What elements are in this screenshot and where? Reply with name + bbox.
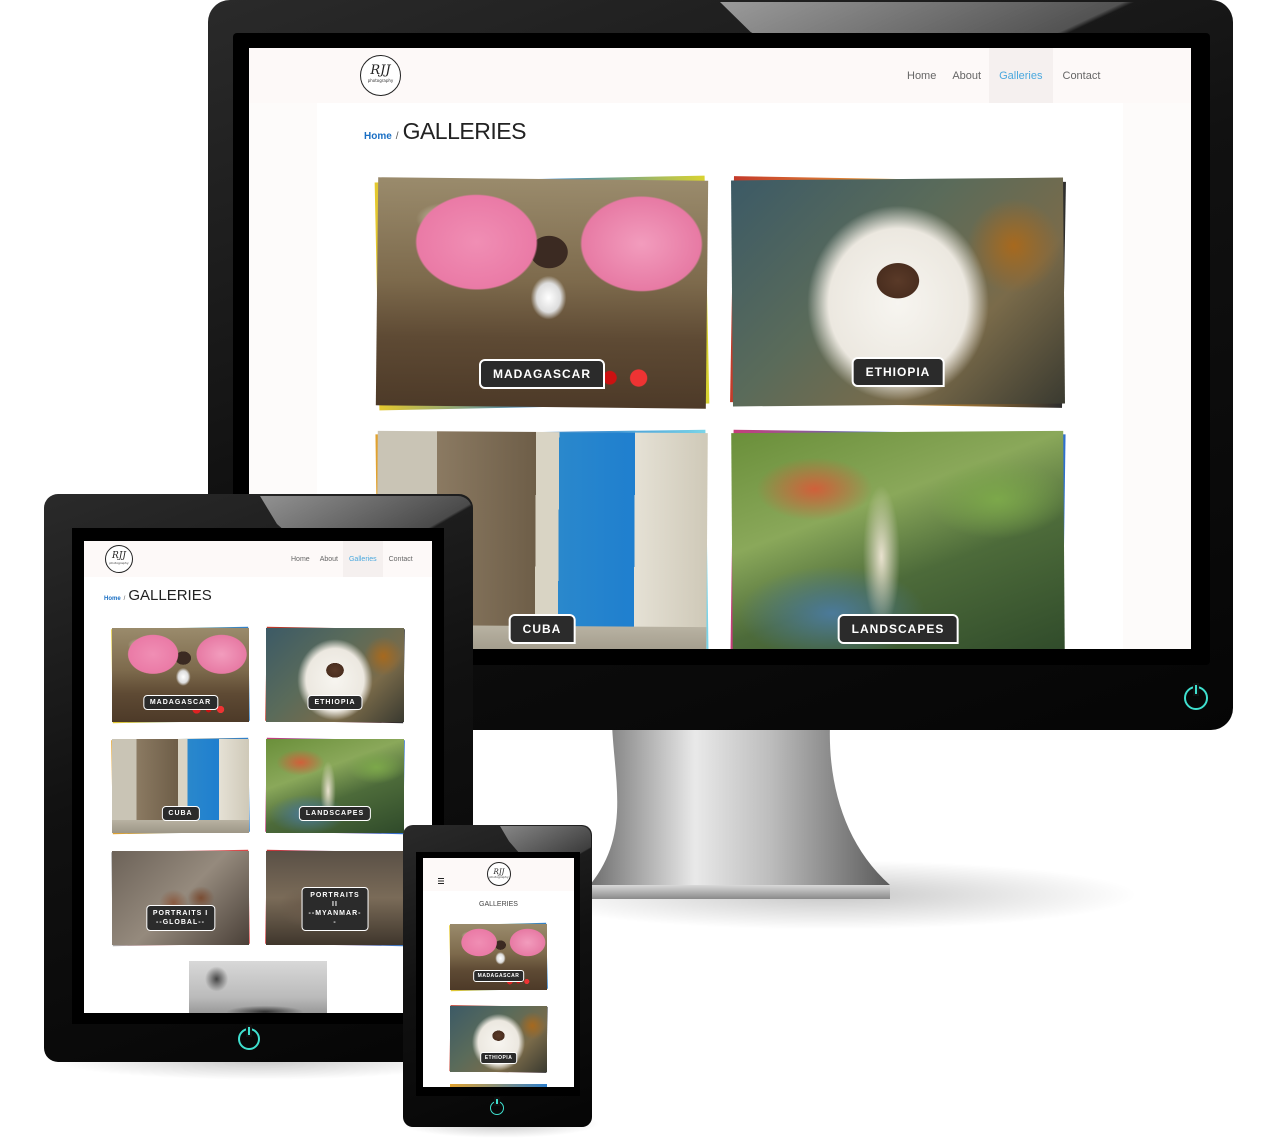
gallery-card-cuba[interactable]: CUBA [111, 737, 250, 835]
card-label: ETHIOPIA [851, 357, 945, 387]
desktop-stand-graphic [590, 725, 890, 899]
nav-galleries[interactable]: Galleries [342, 541, 383, 577]
card-label: ETHIOPIA [479, 1052, 518, 1064]
card-label: PORTRAITS II --MYANMAR- - [301, 887, 369, 931]
nav-home[interactable]: Home [286, 541, 315, 577]
tablet-breadcrumb: Home / GALLERIES [104, 587, 212, 604]
gallery-card-portraits-ii[interactable]: PORTRAITS II --MYANMAR- - [265, 849, 405, 947]
card-label: PORTRAITS I --GLOBAL-- [145, 905, 216, 931]
gallery-card-ethiopia[interactable]: ETHIOPIA [265, 626, 405, 724]
card-label: CUBA [508, 614, 576, 644]
nav-about[interactable]: About [944, 48, 989, 103]
nav-contact[interactable]: Contact [1053, 48, 1111, 103]
desktop-logo[interactable]: RJJ photography [360, 55, 401, 96]
hamburger-icon-graphic [438, 878, 444, 884]
card-label-line: II [332, 901, 338, 908]
nav-contact[interactable]: Contact [383, 541, 419, 577]
gallery-card-landscapes[interactable]: LANDSCAPES [265, 737, 405, 835]
card-label-line: PORTRAITS I [152, 910, 209, 917]
card-label-line: PORTRAITS [310, 892, 360, 899]
tablet-logo[interactable]: RJJ photography [105, 545, 133, 573]
card-label: LANDSCAPES [837, 614, 959, 644]
logo-subtitle: photography [489, 875, 509, 879]
card-label: LANDSCAPES [298, 806, 372, 821]
nav-about[interactable]: About [315, 541, 343, 577]
breadcrumb-home[interactable]: Home [104, 596, 121, 602]
card-label: CUBA [161, 806, 200, 821]
tablet-nav: Home About Galleries Contact [286, 541, 419, 577]
gallery-card-ethiopia[interactable]: ETHIOPIA [449, 1005, 548, 1073]
phone-screen: RJJ photography GALLERIES MADAGASCAR ETH… [423, 858, 574, 1087]
gallery-card-madagascar[interactable]: MADAGASCAR [374, 175, 710, 411]
logo-subtitle: photography [367, 78, 394, 83]
card-label: MADAGASCAR [479, 359, 605, 389]
nav-galleries[interactable]: Galleries [989, 48, 1053, 103]
mobile-page-title: GALLERIES [479, 901, 518, 908]
nav-home[interactable]: Home [899, 48, 944, 103]
gallery-card-madagascar[interactable]: MADAGASCAR [449, 922, 548, 992]
desktop-power-icon[interactable] [1184, 686, 1208, 710]
logo-subtitle: photography [109, 561, 129, 565]
page-title: GALLERIES [128, 587, 212, 604]
gallery-card-landscapes[interactable]: LANDSCAPES [730, 429, 1066, 649]
gallery-card-partial[interactable] [450, 1084, 547, 1087]
page-title: GALLERIES [402, 118, 527, 144]
breadcrumb-separator: / [123, 596, 126, 602]
card-label: ETHIOPIA [307, 695, 363, 710]
tablet-header: RJJ photography Home About Galleries Con… [84, 541, 432, 577]
desktop-breadcrumb: Home / GALLERIES [364, 118, 526, 145]
desktop-header: RJJ photography Home About Galleries Con… [249, 48, 1191, 103]
desktop-nav: Home About Galleries Contact [899, 48, 1110, 103]
phone-header: RJJ photography [423, 858, 574, 891]
logo-monogram: RJJ [370, 63, 391, 78]
card-label-line: --GLOBAL-- [156, 919, 205, 926]
tablet-screen: RJJ photography Home About Galleries Con… [84, 541, 432, 1013]
phone-power-icon[interactable] [490, 1101, 504, 1115]
card-label: MADAGASCAR [472, 970, 525, 982]
hamburger-icon[interactable] [438, 871, 444, 884]
phone-logo[interactable]: RJJ photography [487, 862, 511, 886]
tablet-power-icon[interactable] [238, 1028, 260, 1050]
breadcrumb-separator: / [395, 131, 399, 142]
desktop-stand [590, 725, 900, 905]
card-label-line: - [333, 919, 337, 926]
gallery-card-partial[interactable] [189, 961, 327, 1013]
gallery-card-ethiopia[interactable]: ETHIOPIA [730, 176, 1066, 408]
card-photo [189, 961, 327, 1013]
breadcrumb-home[interactable]: Home [364, 131, 392, 142]
card-label: MADAGASCAR [142, 695, 219, 710]
card-label-line: --MYANMAR- [308, 910, 362, 917]
gallery-card-portraits-i[interactable]: PORTRAITS I --GLOBAL-- [111, 849, 250, 947]
logo-monogram: RJJ [112, 551, 126, 561]
gallery-card-madagascar[interactable]: MADAGASCAR [111, 626, 250, 724]
